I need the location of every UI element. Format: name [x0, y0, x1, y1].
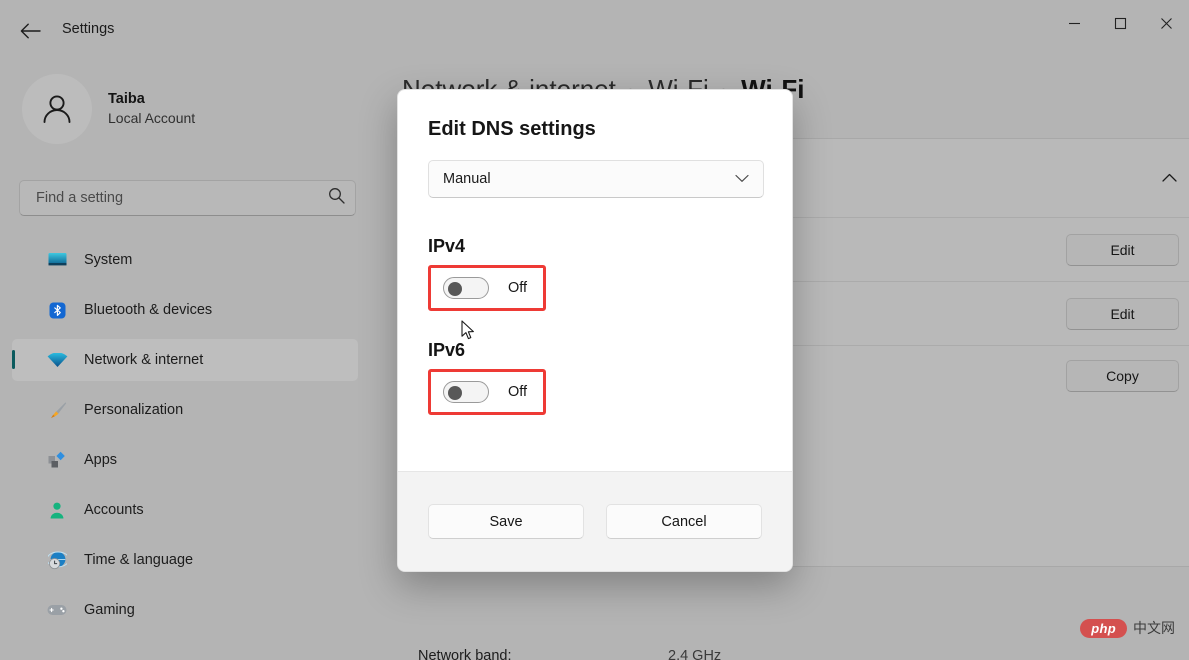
sidebar-nav: System Bluetooth & devices Network & int… — [12, 239, 358, 639]
sidebar-item-label: Gaming — [84, 602, 135, 618]
dialog-footer: Save Cancel — [398, 471, 792, 571]
gamepad-icon — [46, 599, 68, 621]
footer-properties: Network band: 2.4 GHz Network channel: 6… — [418, 640, 1178, 660]
copy-button[interactable]: Copy — [1066, 360, 1179, 392]
sidebar-item-label: System — [84, 252, 133, 268]
person-avatar-icon — [43, 95, 71, 123]
account-subtitle: Local Account — [108, 110, 196, 127]
bluetooth-icon — [46, 299, 68, 321]
app-title: Settings — [62, 21, 115, 37]
ipv6-toggle-highlight: Off — [428, 369, 547, 415]
prop-label: Network band: — [418, 648, 512, 660]
sidebar-item-time-language[interactable]: Time & language — [12, 539, 358, 581]
back-arrow-icon — [20, 23, 41, 39]
account-icon — [46, 499, 68, 521]
ipv6-group: IPv6 Off — [428, 340, 762, 415]
ipv4-heading: IPv4 — [428, 236, 466, 256]
edit-button[interactable]: Edit — [1066, 297, 1179, 330]
account-block[interactable]: Taiba Local Account — [22, 74, 195, 144]
watermark-text: 中文网 — [1133, 620, 1175, 636]
search-box[interactable] — [19, 180, 356, 216]
dns-mode-select[interactable]: Manual — [428, 160, 764, 198]
sidebar-item-label: Time & language — [84, 552, 194, 568]
sidebar-item-apps[interactable]: Apps — [12, 439, 358, 481]
avatar — [22, 74, 92, 144]
ipv4-toggle[interactable] — [443, 277, 489, 299]
toggle-knob — [448, 282, 462, 296]
watermark: php 中文网 — [1080, 618, 1175, 638]
title-bar: Settings — [0, 0, 1189, 60]
sidebar-item-system[interactable]: System — [12, 239, 358, 281]
clock-globe-icon — [46, 549, 68, 571]
window-controls — [1051, 0, 1189, 46]
ipv6-heading: IPv6 — [428, 340, 466, 360]
chevron-down-icon — [735, 171, 749, 187]
ipv6-toggle[interactable] — [443, 381, 489, 403]
sidebar-item-label: Personalization — [84, 402, 184, 418]
ipv6-toggle-state: Off — [508, 384, 528, 400]
list-item: Network band: 2.4 GHz — [418, 640, 1178, 660]
sidebar-item-accounts[interactable]: Accounts — [12, 489, 358, 531]
sidebar-item-personalization[interactable]: Personalization — [12, 389, 358, 431]
sidebar: Taiba Local Account Find a setting Syste… — [0, 60, 358, 660]
watermark-logo: php — [1080, 618, 1127, 638]
sidebar-item-bluetooth-devices[interactable]: Bluetooth & devices — [12, 289, 358, 331]
prop-value: 2.4 GHz — [668, 648, 722, 660]
sidebar-item-label: Bluetooth & devices — [84, 302, 213, 318]
monitor-icon — [46, 249, 68, 271]
search-input[interactable] — [34, 189, 328, 207]
dialog-title: Edit DNS settings — [428, 118, 596, 140]
ipv4-group: IPv4 Off — [428, 236, 762, 311]
sidebar-item-network-internet[interactable]: Network & internet — [12, 339, 358, 381]
edit-button[interactable]: Edit — [1066, 233, 1179, 266]
ipv4-toggle-state: Off — [508, 280, 528, 296]
cancel-button[interactable]: Cancel — [606, 504, 762, 539]
sidebar-item-label: Accounts — [84, 502, 144, 518]
back-button[interactable] — [14, 15, 46, 47]
sidebar-item-label: Network & internet — [84, 352, 204, 368]
mouse-cursor — [461, 320, 476, 346]
close-button[interactable] — [1143, 0, 1189, 46]
account-name: Taiba — [108, 90, 145, 107]
toggle-knob — [448, 386, 462, 400]
ipv4-toggle-highlight: Off — [428, 265, 547, 311]
save-button[interactable]: Save — [428, 504, 584, 539]
sidebar-item-gaming[interactable]: Gaming — [12, 589, 358, 631]
search-icon — [328, 187, 345, 209]
dialog-body: Edit DNS settings Manual IPv4 Off IPv6 O… — [398, 90, 792, 471]
maximize-button[interactable] — [1097, 0, 1143, 46]
paintbrush-icon — [46, 399, 68, 421]
minimize-button[interactable] — [1051, 0, 1097, 46]
settings-window: Settings Taiba Local Account Find a sett… — [0, 0, 1189, 660]
wifi-icon — [46, 349, 68, 371]
sidebar-item-label: Apps — [84, 452, 118, 468]
apps-icon — [46, 449, 68, 471]
edit-dns-settings-dialog: Edit DNS settings Manual IPv4 Off IPv6 O… — [397, 89, 793, 572]
chevron-up-icon[interactable] — [1162, 169, 1177, 187]
dns-mode-value: Manual — [443, 171, 491, 187]
